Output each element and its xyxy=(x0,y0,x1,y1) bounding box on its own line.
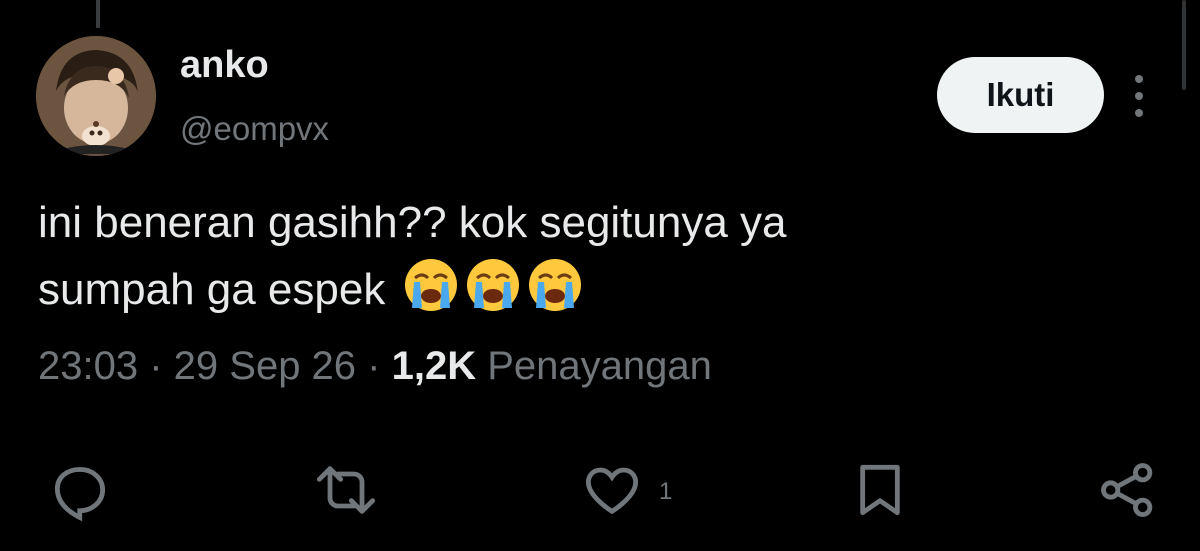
heart-icon[interactable] xyxy=(580,458,644,527)
reply-icon[interactable] xyxy=(48,458,112,527)
loudly-crying-face-icon xyxy=(402,256,460,333)
tweet-text-line-1: ini beneran gasihh?? kok segitunya ya xyxy=(38,198,787,247)
share-icon[interactable] xyxy=(1096,458,1160,527)
views-count[interactable]: 1,2K xyxy=(392,344,477,388)
avatar[interactable] xyxy=(36,36,156,156)
follow-button[interactable]: Ikuti xyxy=(937,57,1104,133)
tweet-meta: 23:03 · 29 Sep 26 · 1,2K Penayangan xyxy=(38,344,712,389)
tweet-text-line-2: sumpah ga espek xyxy=(38,256,787,333)
thread-connector-line xyxy=(96,0,100,28)
scrollbar[interactable] xyxy=(1182,0,1186,90)
display-name[interactable]: anko xyxy=(180,44,269,87)
tweet-text: ini beneran gasihh?? kok segitunya ya su… xyxy=(38,190,787,333)
tweet-time[interactable]: 23:03 xyxy=(38,344,138,388)
tweet-text-line-2-text: sumpah ga espek xyxy=(38,265,386,314)
meta-separator: · xyxy=(356,344,392,388)
bookmark-icon[interactable] xyxy=(848,458,912,527)
loudly-crying-face-icon xyxy=(526,256,584,333)
retweet-icon[interactable] xyxy=(308,458,384,527)
tweet-date[interactable]: 29 Sep 26 xyxy=(174,344,356,388)
views-label[interactable]: Penayangan xyxy=(476,344,712,388)
action-bar xyxy=(0,440,1200,530)
user-handle[interactable]: @eompvx xyxy=(180,110,329,148)
loudly-crying-face-icon xyxy=(464,256,522,333)
more-options-icon[interactable] xyxy=(1124,72,1154,122)
meta-separator: · xyxy=(138,344,174,388)
like-count[interactable]: 1 xyxy=(659,478,672,506)
